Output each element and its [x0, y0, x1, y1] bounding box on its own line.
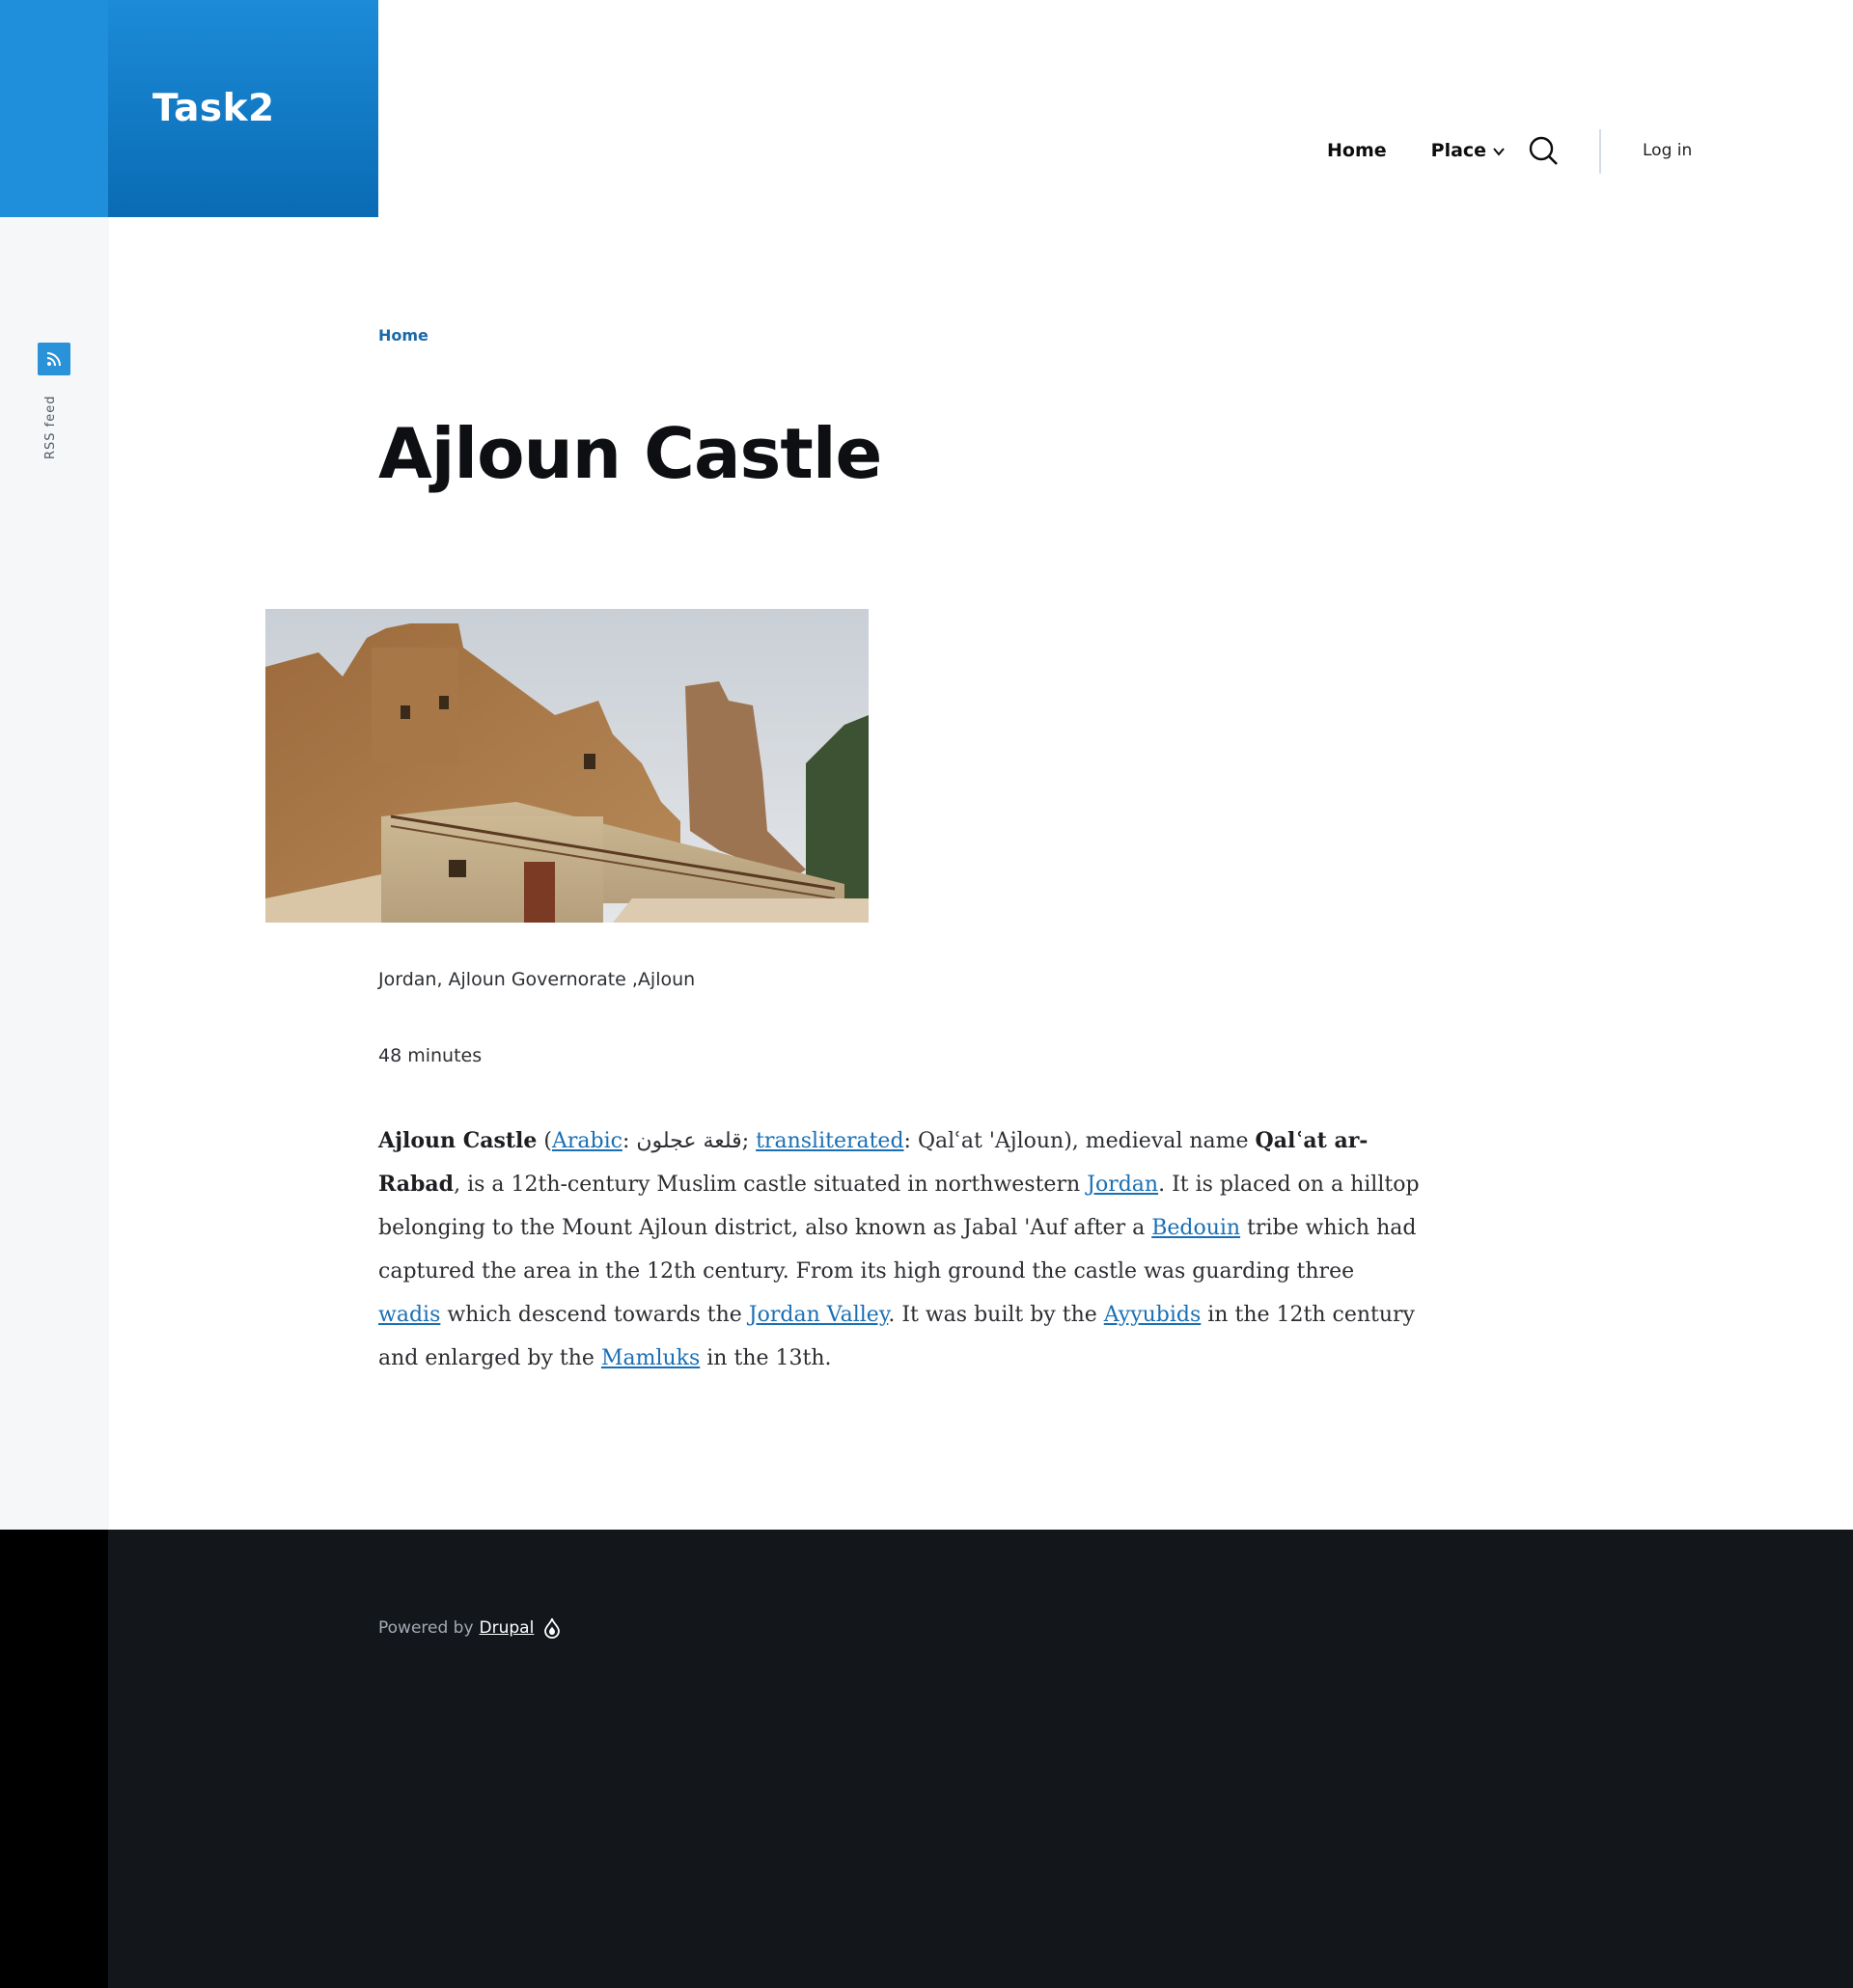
drupal-drop-icon — [544, 1617, 561, 1639]
chevron-down-icon[interactable] — [1492, 145, 1506, 158]
link-bedouin[interactable]: Bedouin — [1151, 1216, 1240, 1240]
header-divider — [1599, 129, 1601, 174]
site-branding[interactable]: Task2 — [108, 0, 378, 217]
link-wadis[interactable]: wadis — [378, 1303, 440, 1327]
duration-field: 48 minutes — [378, 1045, 483, 1066]
powered-by: Powered by Drupal — [378, 1617, 561, 1639]
main-nav: Home Place — [1327, 131, 1560, 170]
body-text: which descend towards the — [440, 1303, 749, 1327]
nav-place-menu[interactable]: Place — [1431, 140, 1506, 161]
link-jordan-valley[interactable]: Jordan Valley — [749, 1303, 889, 1327]
powered-by-text: Powered by — [378, 1618, 474, 1638]
castle-image — [265, 609, 869, 923]
link-ayyubids[interactable]: Ayyubids — [1104, 1303, 1202, 1327]
nav-place-link[interactable]: Place — [1431, 140, 1486, 161]
link-mamluks[interactable]: Mamluks — [601, 1346, 700, 1370]
body-text: : قلعة عجلون; — [622, 1129, 757, 1153]
link-arabic[interactable]: Arabic — [552, 1129, 622, 1153]
nav-home-link[interactable]: Home — [1327, 140, 1387, 161]
rss-feed-button[interactable] — [38, 343, 70, 375]
rss-feed-label[interactable]: RSS feed — [43, 386, 58, 460]
breadcrumb-home[interactable]: Home — [378, 326, 429, 345]
castle-photo — [265, 609, 869, 923]
body-text: ( — [537, 1129, 552, 1153]
site-name[interactable]: Task2 — [152, 87, 275, 130]
body-text: , is a 12th-century Muslim castle situat… — [454, 1173, 1088, 1197]
login-link[interactable]: Log in — [1643, 141, 1692, 160]
rss-icon — [46, 352, 61, 367]
left-gutter-footer — [0, 1530, 108, 1988]
body-text: : Qalʿat 'Ajloun), medieval name — [903, 1129, 1256, 1153]
page-title: Ajloun Castle — [378, 413, 882, 494]
location-field: Jordan, Ajloun Governorate ,Ajloun — [378, 969, 696, 990]
link-transliterated[interactable]: transliterated — [756, 1129, 903, 1153]
search-icon[interactable] — [1527, 134, 1560, 167]
drupal-link[interactable]: Drupal — [480, 1618, 535, 1638]
left-gutter — [0, 0, 109, 1530]
body-text: in the 13th. — [700, 1346, 832, 1370]
brand-strip — [0, 0, 109, 217]
body-text: . It was built by the — [888, 1303, 1104, 1327]
link-jordan[interactable]: Jordan — [1087, 1173, 1158, 1197]
body-bold-name: Ajloun Castle — [378, 1128, 538, 1153]
site-footer — [108, 1530, 1853, 1988]
article-body: Ajloun Castle (Arabic: قلعة عجلون; trans… — [378, 1119, 1421, 1380]
